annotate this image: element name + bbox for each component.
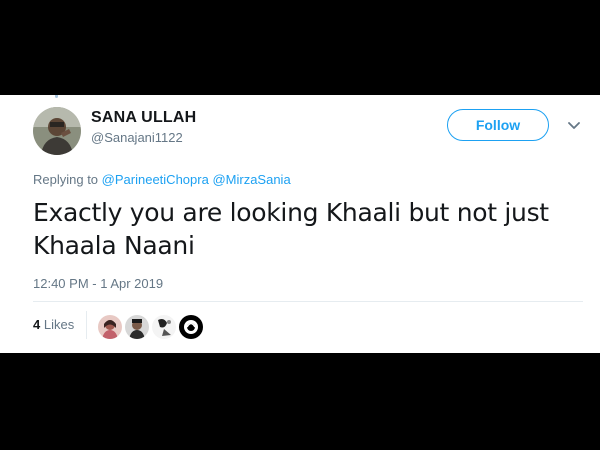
likes-number: 4 [33, 317, 41, 332]
chevron-down-icon[interactable] [566, 119, 582, 131]
mention-link[interactable]: @MirzaSania [212, 172, 290, 187]
thread-connector [55, 95, 58, 98]
follow-button[interactable]: Follow [447, 109, 549, 141]
mention-link[interactable]: @ParineetiChopra [102, 172, 209, 187]
liker-avatars [98, 315, 203, 339]
divider [33, 301, 583, 302]
author-handle[interactable]: @Sanajani1122 [91, 130, 183, 145]
replying-to: Replying to @ParineetiChopra @MirzaSania [33, 172, 291, 187]
author-avatar[interactable] [33, 107, 81, 155]
likes-label: Likes [43, 317, 75, 332]
tweet-text: Exactly you are looking Khaali but not j… [33, 198, 549, 260]
tweet-timestamp[interactable]: 12:40 PM - 1 Apr 2019 [33, 276, 163, 291]
author-name[interactable]: SANA ULLAH [91, 109, 196, 127]
liker-avatar[interactable] [179, 315, 203, 339]
liker-avatar[interactable] [152, 315, 176, 339]
likes-count[interactable]: 4 Likes [33, 317, 74, 332]
liker-avatar[interactable] [125, 315, 149, 339]
tweet-card: SANA ULLAH @Sanajani1122 Follow Replying… [0, 95, 600, 353]
liker-avatar[interactable] [98, 315, 122, 339]
vertical-divider [86, 311, 87, 339]
replying-label: Replying to [33, 172, 99, 187]
